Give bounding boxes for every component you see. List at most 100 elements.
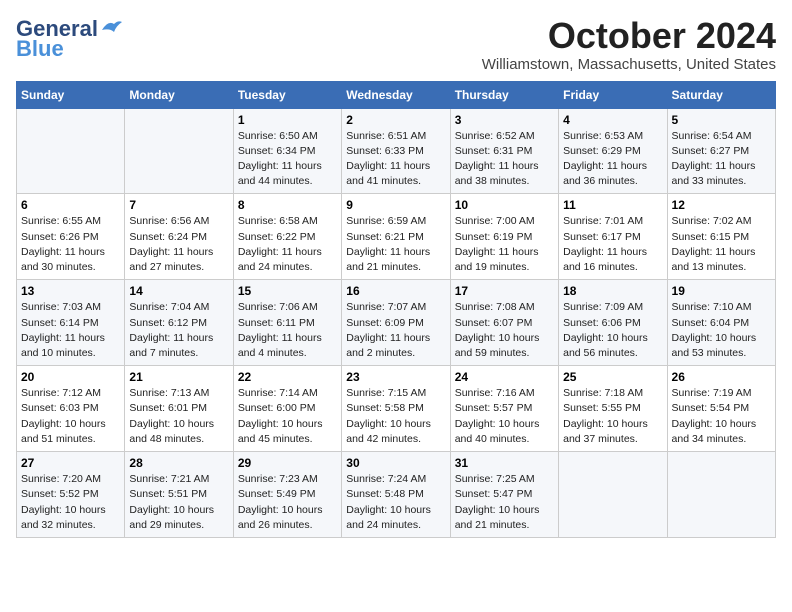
logo-bird-icon <box>100 18 122 36</box>
day-cell: 25 Sunrise: 7:18 AM Sunset: 5:55 PM Dayli… <box>559 366 667 452</box>
day-cell: 11Sunrise: 7:01 AM Sunset: 6:17 PM Dayli… <box>559 194 667 280</box>
day-cell: 15 Sunrise: 7:06 AM Sunset: 6:11 PM Dayli… <box>233 280 341 366</box>
day-cell: 19 Sunrise: 7:10 AM Sunset: 6:04 PM Dayli… <box>667 280 775 366</box>
day-cell: 31 Sunrise: 7:25 AM Sunset: 5:47 PM Dayli… <box>450 452 558 538</box>
day-cell <box>125 108 233 194</box>
day-number: 5 <box>672 113 771 127</box>
location: Williamstown, Massachusetts, United Stat… <box>482 56 776 73</box>
day-number: 8 <box>238 198 337 212</box>
day-cell <box>17 108 125 194</box>
day-cell: 8 Sunrise: 6:58 AM Sunset: 6:22 PM Daylig… <box>233 194 341 280</box>
calendar-body: 1Sunrise: 6:50 AM Sunset: 6:34 PM Daylig… <box>17 108 776 537</box>
day-cell: 10 Sunrise: 7:00 AM Sunset: 6:19 PM Dayli… <box>450 194 558 280</box>
day-cell: 28 Sunrise: 7:21 AM Sunset: 5:51 PM Dayli… <box>125 452 233 538</box>
day-number: 21 <box>129 370 228 384</box>
day-info: Sunrise: 6:51 AM Sunset: 6:33 PM Dayligh… <box>346 129 445 190</box>
day-info: Sunrise: 7:18 AM Sunset: 5:55 PM Dayligh… <box>563 386 662 447</box>
day-number: 13 <box>21 284 120 298</box>
day-cell <box>559 452 667 538</box>
day-info: Sunrise: 7:21 AM Sunset: 5:51 PM Dayligh… <box>129 472 228 533</box>
day-info: Sunrise: 7:08 AM Sunset: 6:07 PM Dayligh… <box>455 300 554 361</box>
day-number: 16 <box>346 284 445 298</box>
day-number: 10 <box>455 198 554 212</box>
day-number: 15 <box>238 284 337 298</box>
day-number: 6 <box>21 198 120 212</box>
day-number: 14 <box>129 284 228 298</box>
week-row-2: 6 Sunrise: 6:55 AM Sunset: 6:26 PM Daylig… <box>17 194 776 280</box>
header-cell-monday: Monday <box>125 81 233 108</box>
day-cell: 2 Sunrise: 6:51 AM Sunset: 6:33 PM Daylig… <box>342 108 450 194</box>
day-info: Sunrise: 6:53 AM Sunset: 6:29 PM Dayligh… <box>563 129 662 190</box>
logo-blue: Blue <box>16 36 64 62</box>
day-info: Sunrise: 7:13 AM Sunset: 6:01 PM Dayligh… <box>129 386 228 447</box>
page-header: General Blue October 2024 Williamstown, … <box>16 16 776 73</box>
week-row-5: 27Sunrise: 7:20 AM Sunset: 5:52 PM Dayli… <box>17 452 776 538</box>
month-title: October 2024 <box>482 16 776 56</box>
day-number: 11 <box>563 198 662 212</box>
day-cell: 24 Sunrise: 7:16 AM Sunset: 5:57 PM Dayli… <box>450 366 558 452</box>
day-info: Sunrise: 6:54 AM Sunset: 6:27 PM Dayligh… <box>672 129 771 190</box>
day-cell: 6 Sunrise: 6:55 AM Sunset: 6:26 PM Daylig… <box>17 194 125 280</box>
day-cell: 18 Sunrise: 7:09 AM Sunset: 6:06 PM Dayli… <box>559 280 667 366</box>
calendar-table: SundayMondayTuesdayWednesdayThursdayFrid… <box>16 81 776 538</box>
day-cell: 30Sunrise: 7:24 AM Sunset: 5:48 PM Dayli… <box>342 452 450 538</box>
day-info: Sunrise: 6:56 AM Sunset: 6:24 PM Dayligh… <box>129 214 228 275</box>
logo: General Blue <box>16 16 122 62</box>
day-info: Sunrise: 7:06 AM Sunset: 6:11 PM Dayligh… <box>238 300 337 361</box>
header-cell-tuesday: Tuesday <box>233 81 341 108</box>
day-info: Sunrise: 7:16 AM Sunset: 5:57 PM Dayligh… <box>455 386 554 447</box>
day-number: 4 <box>563 113 662 127</box>
day-cell: 29 Sunrise: 7:23 AM Sunset: 5:49 PM Dayli… <box>233 452 341 538</box>
day-number: 18 <box>563 284 662 298</box>
week-row-4: 20 Sunrise: 7:12 AM Sunset: 6:03 PM Dayli… <box>17 366 776 452</box>
title-block: October 2024 Williamstown, Massachusetts… <box>482 16 776 73</box>
day-info: Sunrise: 6:50 AM Sunset: 6:34 PM Dayligh… <box>238 129 337 190</box>
day-cell: 9Sunrise: 6:59 AM Sunset: 6:21 PM Daylig… <box>342 194 450 280</box>
day-info: Sunrise: 7:25 AM Sunset: 5:47 PM Dayligh… <box>455 472 554 533</box>
day-number: 19 <box>672 284 771 298</box>
day-cell: 1Sunrise: 6:50 AM Sunset: 6:34 PM Daylig… <box>233 108 341 194</box>
day-info: Sunrise: 6:55 AM Sunset: 6:26 PM Dayligh… <box>21 214 120 275</box>
day-number: 20 <box>21 370 120 384</box>
header-row: SundayMondayTuesdayWednesdayThursdayFrid… <box>17 81 776 108</box>
day-number: 2 <box>346 113 445 127</box>
day-number: 25 <box>563 370 662 384</box>
header-cell-thursday: Thursday <box>450 81 558 108</box>
day-cell: 17 Sunrise: 7:08 AM Sunset: 6:07 PM Dayli… <box>450 280 558 366</box>
day-cell: 5 Sunrise: 6:54 AM Sunset: 6:27 PM Daylig… <box>667 108 775 194</box>
day-cell: 26Sunrise: 7:19 AM Sunset: 5:54 PM Dayli… <box>667 366 775 452</box>
day-number: 28 <box>129 456 228 470</box>
day-info: Sunrise: 7:00 AM Sunset: 6:19 PM Dayligh… <box>455 214 554 275</box>
day-info: Sunrise: 7:04 AM Sunset: 6:12 PM Dayligh… <box>129 300 228 361</box>
day-info: Sunrise: 7:23 AM Sunset: 5:49 PM Dayligh… <box>238 472 337 533</box>
day-number: 17 <box>455 284 554 298</box>
day-cell: 27Sunrise: 7:20 AM Sunset: 5:52 PM Dayli… <box>17 452 125 538</box>
day-number: 7 <box>129 198 228 212</box>
day-info: Sunrise: 7:12 AM Sunset: 6:03 PM Dayligh… <box>21 386 120 447</box>
day-info: Sunrise: 6:52 AM Sunset: 6:31 PM Dayligh… <box>455 129 554 190</box>
header-cell-sunday: Sunday <box>17 81 125 108</box>
day-number: 31 <box>455 456 554 470</box>
day-number: 29 <box>238 456 337 470</box>
day-info: Sunrise: 7:02 AM Sunset: 6:15 PM Dayligh… <box>672 214 771 275</box>
day-cell: 7 Sunrise: 6:56 AM Sunset: 6:24 PM Daylig… <box>125 194 233 280</box>
header-cell-wednesday: Wednesday <box>342 81 450 108</box>
day-cell: 13 Sunrise: 7:03 AM Sunset: 6:14 PM Dayli… <box>17 280 125 366</box>
day-number: 30 <box>346 456 445 470</box>
day-info: Sunrise: 7:09 AM Sunset: 6:06 PM Dayligh… <box>563 300 662 361</box>
day-info: Sunrise: 6:58 AM Sunset: 6:22 PM Dayligh… <box>238 214 337 275</box>
day-cell: 23Sunrise: 7:15 AM Sunset: 5:58 PM Dayli… <box>342 366 450 452</box>
day-number: 22 <box>238 370 337 384</box>
day-info: Sunrise: 7:03 AM Sunset: 6:14 PM Dayligh… <box>21 300 120 361</box>
day-cell <box>667 452 775 538</box>
day-info: Sunrise: 6:59 AM Sunset: 6:21 PM Dayligh… <box>346 214 445 275</box>
day-cell: 22Sunrise: 7:14 AM Sunset: 6:00 PM Dayli… <box>233 366 341 452</box>
day-info: Sunrise: 7:20 AM Sunset: 5:52 PM Dayligh… <box>21 472 120 533</box>
day-info: Sunrise: 7:10 AM Sunset: 6:04 PM Dayligh… <box>672 300 771 361</box>
day-cell: 4 Sunrise: 6:53 AM Sunset: 6:29 PM Daylig… <box>559 108 667 194</box>
header-cell-saturday: Saturday <box>667 81 775 108</box>
day-cell: 3Sunrise: 6:52 AM Sunset: 6:31 PM Daylig… <box>450 108 558 194</box>
day-info: Sunrise: 7:07 AM Sunset: 6:09 PM Dayligh… <box>346 300 445 361</box>
day-number: 24 <box>455 370 554 384</box>
header-cell-friday: Friday <box>559 81 667 108</box>
